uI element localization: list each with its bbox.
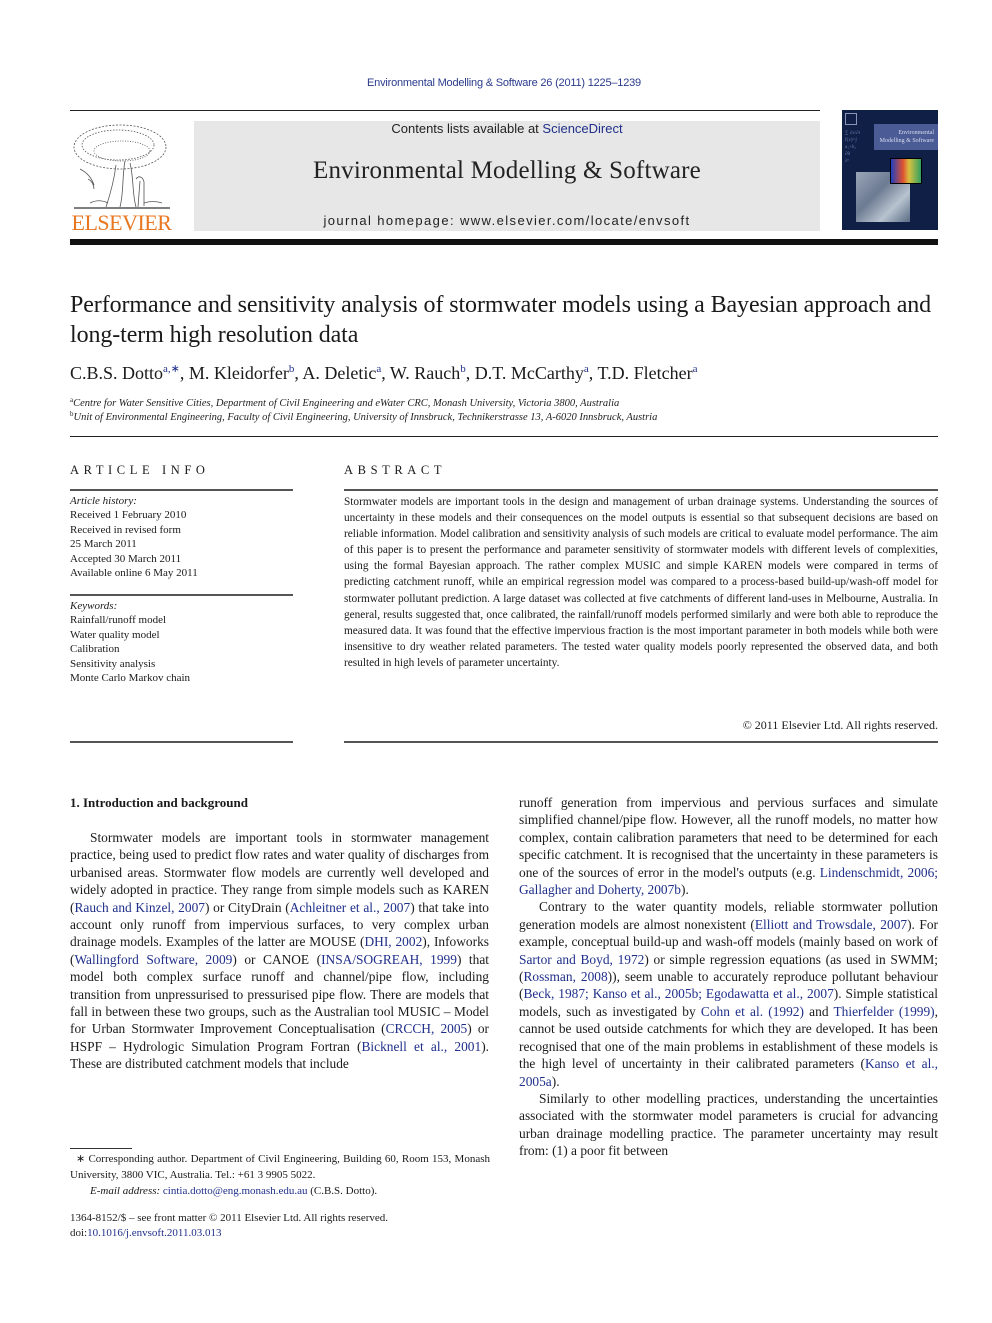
article-history: Article history: Received 1 February 201… [70, 494, 293, 580]
citation-link[interactable]: INSA/SOGREAH, 1999 [321, 952, 457, 967]
history-item: Available online 6 May 2011 [70, 567, 198, 580]
body-column-left: Stormwater models are important tools in… [70, 829, 489, 1073]
citation-link[interactable]: Wallingford Software, 2009 [74, 952, 232, 967]
sciencedirect-link[interactable]: ScienceDirect [542, 121, 622, 136]
citation-link[interactable]: DHI, 2002 [364, 934, 422, 949]
citation-link[interactable]: Achleitner et al., 2007 [290, 900, 410, 915]
corresponding-author-footnote: ∗ Corresponding author. Department of Ci… [70, 1153, 490, 1197]
elsevier-wordmark: ELSEVIER [71, 210, 172, 235]
history-item: Received in revised form [70, 523, 181, 536]
affiliation: bUnit of Environmental Engineering, Facu… [70, 410, 658, 423]
email-line: E-mail address: cintia.dotto@eng.monash.… [90, 1185, 378, 1197]
citation-link[interactable]: Thierfelder (1999) [834, 1004, 935, 1019]
body-text: ). [681, 882, 689, 898]
author[interactable]: A. Deletica [302, 363, 381, 383]
article-info-heading: ARTICLE INFO [70, 463, 210, 477]
body-column-right: runoff generation from impervious and pe… [519, 794, 938, 1160]
paragraph: Similarly to other modelling practices, … [519, 1090, 938, 1160]
cover-elsevier-icon [845, 113, 857, 125]
citation-link[interactable]: Sartor and Boyd, 1972 [519, 952, 644, 967]
citation-link[interactable]: Bicknell et al., 2001 [362, 1039, 482, 1054]
cover-equations-decoration: ∑ ∂x/∂t f(x)=∫ a₁+b₂ ∂θ λⁿ [845, 131, 861, 164]
abstract-text: Stormwater models are important tools in… [344, 496, 938, 669]
citation-link[interactable]: Beck, 1987; Kanso et al., 2005b; Egodawa… [523, 986, 833, 1001]
journal-citation-link[interactable]: Environmental Modelling & Software 26 (2… [0, 77, 992, 89]
paragraph: Stormwater models are important tools in… [70, 829, 489, 1073]
elsevier-logo[interactable]: ELSEVIER [70, 121, 173, 235]
author[interactable]: D.T. McCarthya [475, 363, 589, 383]
abstract-copyright: © 2011 Elsevier Ltd. All rights reserved… [742, 718, 938, 732]
journal-cover-thumbnail[interactable]: ∑ ∂x/∂t f(x)=∫ a₁+b₂ ∂θ λⁿ Environmental Mod… [842, 110, 938, 230]
body-text: ). [551, 1073, 560, 1089]
body-text: and [803, 1003, 834, 1019]
body-text: ) or CityDrain ( [204, 899, 290, 915]
history-item: Received 1 February 2010 [70, 509, 187, 522]
keyword: Calibration [70, 643, 120, 656]
section-heading: 1. Introduction and background [70, 795, 248, 810]
divider [70, 489, 293, 491]
divider [344, 489, 938, 491]
citation-link[interactable]: Rossman, 2008 [523, 969, 607, 984]
divider [70, 436, 938, 437]
author[interactable]: T.D. Fletchera [597, 363, 697, 383]
divider [344, 741, 938, 743]
citation-link[interactable]: Cohn et al. (1992) [701, 1004, 804, 1019]
issn-line: 1364-8152/$ – see front matter © 2011 El… [70, 1212, 389, 1224]
author[interactable]: M. Kleidorferb [189, 363, 294, 383]
contents-available: Contents lists available at ScienceDirec… [391, 121, 623, 136]
header-rule [70, 110, 820, 111]
article-title: Performance and sensitivity analysis of … [70, 292, 932, 348]
issn-doi-block: 1364-8152/$ – see front matter © 2011 El… [70, 1211, 490, 1241]
doi-line: doi:10.1016/j.envsoft.2011.03.013 [70, 1227, 222, 1239]
history-item: Accepted 30 March 2011 [70, 552, 182, 565]
doi-link[interactable]: 10.1016/j.envsoft.2011.03.013 [87, 1227, 221, 1239]
footnote-rule [70, 1148, 132, 1149]
author[interactable]: W. Rauchb [390, 363, 466, 383]
journal-title: Environmental Modelling & Software [313, 157, 701, 184]
keyword: Rainfall/runoff model [70, 614, 167, 627]
keyword: Sensitivity analysis [70, 657, 156, 670]
history-item: 25 March 2011 [70, 538, 137, 551]
author[interactable]: C.B.S. Dottoa,∗ [70, 363, 180, 383]
citation-link[interactable]: Elliott and Trowsdale, 2007 [755, 917, 907, 932]
paragraph: runoff generation from impervious and pe… [519, 794, 938, 898]
journal-homepage-link[interactable]: journal homepage: www.elsevier.com/locat… [194, 213, 820, 228]
cover-3d-map-image [890, 158, 922, 184]
body-text: Similarly to other modelling practices, … [519, 1090, 938, 1159]
citation-link[interactable]: Rauch and Kinzel, 2007 [74, 900, 205, 915]
divider [70, 594, 293, 596]
elsevier-tree-icon [73, 124, 170, 209]
keyword: Monte Carlo Markov chain [70, 672, 191, 685]
author-list: C.B.S. Dottoa,∗, M. Kleidorferb, A. Dele… [70, 363, 698, 383]
body-text: ) or CANOE ( [232, 951, 322, 967]
abstract-heading: ABSTRACT [344, 463, 447, 477]
keyword: Water quality model [70, 628, 160, 641]
affiliation: aCentre for Water Sensitive Cities, Depa… [70, 396, 620, 409]
keywords: Keywords: Rainfall/runoff model Water qu… [70, 599, 293, 685]
header-thick-rule [70, 239, 938, 245]
cover-title: Environmental Modelling & Software [874, 124, 938, 150]
divider [70, 741, 293, 743]
journal-banner: Contents lists available at ScienceDirec… [194, 121, 820, 231]
email-link[interactable]: cintia.dotto@eng.monash.edu.au [163, 1185, 308, 1197]
paragraph: Contrary to the water quantity models, r… [519, 898, 938, 1089]
citation-link[interactable]: CRCCH, 2005 [386, 1021, 468, 1036]
